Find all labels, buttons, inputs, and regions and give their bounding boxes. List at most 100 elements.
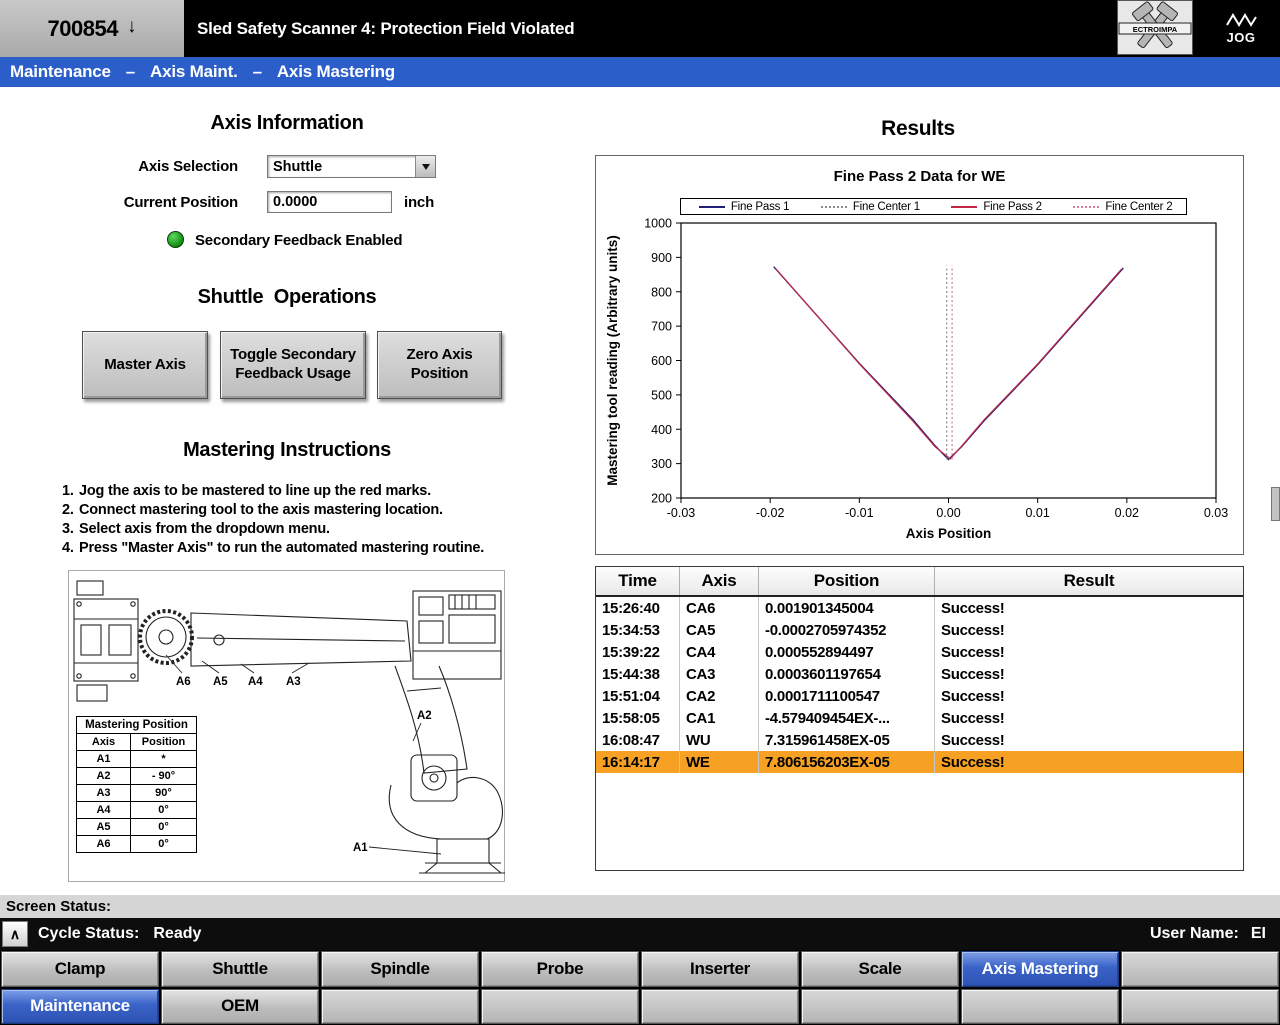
nav-maintenance[interactable]: Maintenance [1, 989, 159, 1025]
axis-selection-label: Axis Selection [98, 158, 238, 175]
results-chart: 2003004005006007008009001000-0.03-0.02-0… [595, 155, 1244, 555]
svg-text:-0.02: -0.02 [756, 506, 785, 520]
svg-text:0.02: 0.02 [1115, 506, 1139, 520]
column-header-time: Time [596, 567, 680, 595]
alarm-down-arrow-icon: ↓ [127, 16, 137, 38]
shuttle-operations-title: Shuttle Operations [137, 286, 437, 309]
brand-logo: ECTROIMPA [1117, 0, 1193, 55]
nav-clamp[interactable]: Clamp [1, 951, 159, 987]
nav-axis-mastering[interactable]: Axis Mastering [961, 951, 1119, 987]
alarm-number: 700854 [48, 16, 118, 42]
table-row[interactable]: 15:58:05CA1-4.579409454EX-...Success! [596, 707, 1243, 729]
crossed-hammers-icon: ECTROIMPA [1118, 1, 1192, 54]
softkey-nav: ClampShuttleSpindleProbeInserterScaleAxi… [0, 950, 1280, 1025]
mastering-col-axis: Axis [77, 734, 131, 751]
chart-legend: Fine Pass 1Fine Center 1Fine Pass 2Fine … [680, 198, 1187, 215]
breadcrumb-separator: – [253, 62, 262, 82]
jog-label: JOG [1227, 30, 1256, 45]
nav-empty-slot [961, 989, 1119, 1025]
svg-text:-0.03: -0.03 [667, 506, 696, 520]
nav-scale[interactable]: Scale [801, 951, 959, 987]
results-table: Time Axis Position Result 15:26:40CA60.0… [595, 566, 1244, 871]
alarm-number-box[interactable]: 700854 ↓ [0, 0, 186, 57]
nav-empty-slot [1121, 989, 1279, 1025]
column-header-axis: Axis [680, 567, 759, 595]
breadcrumb: Maintenance – Axis Maint. – Axis Masteri… [0, 57, 1280, 87]
nav-empty-slot [321, 989, 479, 1025]
secondary-feedback-label: Secondary Feedback Enabled [195, 232, 402, 249]
svg-text:1000: 1000 [644, 217, 672, 231]
mastering-table-row: A390° [77, 785, 197, 802]
breadcrumb-separator: – [126, 62, 135, 82]
svg-text:300: 300 [651, 457, 672, 471]
chevron-down-icon[interactable] [415, 156, 435, 177]
svg-text:800: 800 [651, 285, 672, 299]
chart-title: Fine Pass 2 Data for WE [596, 168, 1243, 185]
user-name-area: User Name: EI [1150, 925, 1266, 943]
jog-zigzag-icon [1225, 12, 1257, 28]
secondary-feedback-led [167, 231, 184, 248]
robot-axis-label-a3: A3 [286, 676, 301, 688]
current-position-input[interactable]: 0.0000 [267, 191, 392, 213]
table-row[interactable]: 15:51:04CA20.0001711100547Success! [596, 685, 1243, 707]
breadcrumb-item-axis-maint: Axis Maint. [150, 62, 238, 82]
mastering-instructions-title: Mastering Instructions [137, 439, 437, 462]
table-row-selected[interactable]: 16:14:17WE7.806156203EX-05Success! [596, 751, 1243, 773]
axis-information-title: Axis Information [137, 112, 437, 135]
screen-status-label: Screen Status: [6, 898, 111, 915]
position-unit-label: inch [404, 194, 434, 211]
toggle-secondary-feedback-button[interactable]: Toggle Secondary Feedback Usage [220, 331, 366, 399]
legend-entry: Fine Center 2 [1060, 201, 1186, 213]
nav-inserter[interactable]: Inserter [641, 951, 799, 987]
table-row[interactable]: 15:34:53CA5-0.0002705974352Success! [596, 619, 1243, 641]
collapse-button[interactable]: ∧ [2, 921, 28, 947]
svg-text:Axis Position: Axis Position [906, 526, 992, 541]
table-row[interactable]: 15:39:22CA40.000552894497Success! [596, 641, 1243, 663]
alarm-message: Sled Safety Scanner 4: Protection Field … [197, 0, 574, 57]
svg-text:900: 900 [651, 251, 672, 265]
svg-text:400: 400 [651, 423, 672, 437]
mastering-table-row: A50° [77, 819, 197, 836]
robot-axis-label-a1: A1 [353, 842, 368, 854]
nav-oem[interactable]: OEM [161, 989, 319, 1025]
mastering-col-position: Position [131, 734, 197, 751]
nav-probe[interactable]: Probe [481, 951, 639, 987]
mastering-table-row: A40° [77, 802, 197, 819]
scrollbar-thumb[interactable] [1271, 487, 1280, 521]
robot-axis-label-a5: A5 [213, 676, 228, 688]
table-row[interactable]: 15:26:40CA60.001901345004Success! [596, 597, 1243, 619]
nav-empty-slot [1121, 951, 1279, 987]
user-name-label: User Name: [1150, 925, 1239, 943]
instruction-step: 2.Connect mastering tool to the axis mas… [62, 501, 484, 520]
axis-selection-value: Shuttle [268, 159, 415, 175]
top-alarm-bar: 700854 ↓ Sled Safety Scanner 4: Protecti… [0, 0, 1280, 57]
mastering-position-table: Mastering Position Axis Position A1*A2- … [76, 716, 197, 853]
axis-selection-dropdown[interactable]: Shuttle [267, 155, 436, 178]
svg-text:200: 200 [651, 492, 672, 506]
chart-plot: 2003004005006007008009001000-0.03-0.02-0… [596, 156, 1245, 554]
svg-text:500: 500 [651, 388, 672, 402]
nav-empty-slot [481, 989, 639, 1025]
table-row[interactable]: 16:08:47WU7.315961458EX-05Success! [596, 729, 1243, 751]
zero-axis-position-button[interactable]: Zero Axis Position [377, 331, 502, 399]
svg-text:600: 600 [651, 354, 672, 368]
jog-mode-indicator: JOG [1212, 2, 1270, 54]
current-position-label: Current Position [90, 194, 238, 211]
instructions-list: 1.Jog the axis to be mastered to line up… [62, 482, 484, 558]
mastering-table-row: A2- 90° [77, 768, 197, 785]
results-title: Results [768, 117, 1068, 141]
user-name-value: EI [1251, 925, 1266, 943]
robot-diagram: A6 A5 A4 A3 A2 A1 Mastering Position Axi… [68, 570, 505, 882]
instruction-step: 4.Press "Master Axis" to run the automat… [62, 539, 484, 558]
nav-shuttle[interactable]: Shuttle [161, 951, 319, 987]
svg-text:Mastering tool reading (Arbitr: Mastering tool reading (Arbitrary units) [605, 235, 620, 486]
cycle-status-bar: ∧ Cycle Status: Ready User Name: EI [0, 918, 1280, 950]
cycle-status-label: Cycle Status: [38, 925, 139, 943]
instruction-step: 1.Jog the axis to be mastered to line up… [62, 482, 484, 501]
nav-spindle[interactable]: Spindle [321, 951, 479, 987]
breadcrumb-item-axis-mastering: Axis Mastering [277, 62, 395, 82]
master-axis-button[interactable]: Master Axis [82, 331, 208, 399]
instruction-step: 3.Select axis from the dropdown menu. [62, 520, 484, 539]
legend-entry: Fine Pass 1 [681, 201, 807, 213]
table-row[interactable]: 15:44:38CA30.0003601197654Success! [596, 663, 1243, 685]
